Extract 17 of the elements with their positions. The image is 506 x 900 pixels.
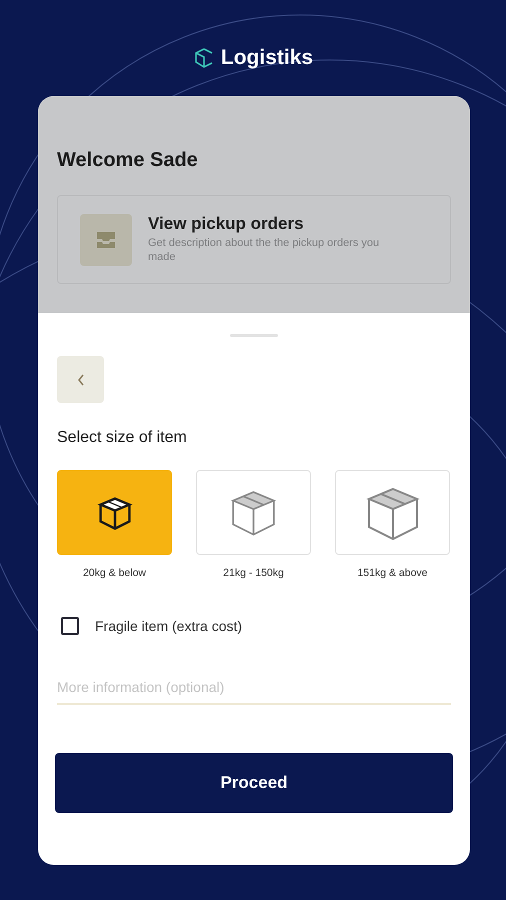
fragile-label: Fragile item (extra cost) bbox=[95, 618, 242, 634]
box-icon bbox=[96, 494, 132, 530]
section-heading: Select size of item bbox=[57, 429, 188, 447]
proceed-button[interactable]: Proceed bbox=[55, 753, 453, 813]
size-label: 20kg & below bbox=[82, 567, 146, 579]
size-label: 151kg & above bbox=[357, 567, 428, 579]
greeting: Welcome Sade bbox=[57, 149, 199, 173]
cube-icon bbox=[192, 47, 215, 69]
card-title: View pickup orders bbox=[148, 214, 305, 234]
fragile-checkbox[interactable] bbox=[61, 617, 79, 635]
size-label: 21kg - 150kg bbox=[223, 567, 284, 579]
inbox-icon bbox=[80, 214, 132, 266]
card-description: Get description about the the pickup orders you made bbox=[148, 237, 380, 265]
chevron-left-icon bbox=[76, 374, 84, 386]
logo-text: Logistiks bbox=[220, 46, 314, 70]
pickup-orders-card[interactable]: View pickup orders Get description about the the pickup orders you made bbox=[57, 195, 451, 284]
size-option[interactable] bbox=[57, 470, 172, 555]
